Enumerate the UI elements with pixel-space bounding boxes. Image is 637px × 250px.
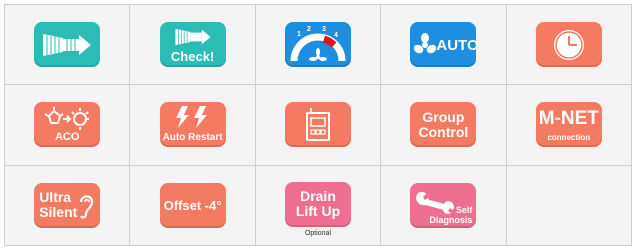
fan-step-3: 3 — [321, 26, 326, 34]
auto-restart-tile[interactable]: Auto Restart — [159, 102, 226, 148]
group-control-line1: Group — [422, 108, 465, 125]
self-diagnosis-line1: Self — [455, 204, 473, 215]
airflow-arrow-icon — [174, 29, 211, 46]
check-label: Check! — [170, 49, 215, 65]
remote-controller-icon — [305, 107, 330, 141]
clock-icon — [553, 29, 584, 60]
auto-restart-label: Auto Restart — [162, 132, 223, 144]
ultra-silent-line1: Ultra — [39, 188, 72, 205]
fan-icon — [414, 33, 437, 54]
self-diagnosis-line2: Diagnosis — [429, 214, 473, 225]
cell-auto-restart: Auto Restart — [130, 85, 256, 166]
cell-check: Check! — [130, 5, 256, 86]
mnet-title: M-NET — [538, 108, 599, 130]
drain-line1: Drain — [300, 188, 336, 205]
cell-remote — [255, 85, 382, 166]
aco-tile[interactable]: ACO — [34, 102, 101, 148]
drain-lift-up-tile[interactable]: Drain Lift Up — [284, 181, 351, 227]
lightning-icon — [175, 106, 207, 129]
mnet-sub: connection — [547, 133, 591, 143]
check-tile[interactable]: Check! — [159, 22, 226, 68]
offset-tile[interactable]: Offset -4° — [159, 182, 226, 228]
cell-ultra-silent: Ultra Silent — [5, 165, 131, 246]
fan-step-4: 4 — [333, 32, 338, 40]
fan-step-1: 1 — [296, 31, 301, 39]
mnet-tile[interactable]: M-NET connection — [535, 102, 602, 148]
cell-empty — [506, 165, 632, 246]
fan-speed-tile[interactable]: 1 2 3 4 — [284, 22, 351, 68]
ultra-silent-line2: Silent — [39, 203, 78, 220]
cell-airflow — [5, 5, 131, 86]
cell-fan-speed: 1 2 3 4 — [255, 5, 382, 86]
drain-optional-note: Optional — [304, 229, 332, 237]
cell-drain: Drain Lift Up Optional — [255, 165, 382, 246]
aco-label: ACO — [54, 131, 80, 144]
cell-fan-auto: AUTO — [381, 5, 507, 86]
cell-timer — [506, 5, 632, 86]
cell-self-diagnosis: Self Diagnosis — [381, 165, 507, 246]
remote-tile[interactable] — [284, 102, 351, 148]
group-control-tile[interactable]: Group Control — [410, 102, 477, 148]
feature-grid: Check! 1 2 3 4 AUTO ACO Auto Restart Gro… — [4, 4, 632, 246]
ear-icon — [80, 195, 94, 219]
cell-group-control: Group Control — [381, 85, 507, 166]
fan-auto-label: AUTO — [436, 37, 479, 55]
offset-label: Offset -4° — [163, 197, 222, 213]
drain-line2: Lift Up — [295, 203, 341, 220]
cell-aco: ACO — [5, 85, 131, 166]
airflow-arrow-icon — [43, 33, 92, 56]
airflow-tile[interactable] — [34, 22, 101, 68]
cell-mnet: M-NET connection — [506, 85, 632, 166]
group-control-line2: Control — [418, 123, 469, 140]
cell-offset: Offset -4° — [130, 165, 256, 246]
self-diagnosis-tile[interactable]: Self Diagnosis — [410, 182, 477, 228]
ultra-silent-tile[interactable]: Ultra Silent — [34, 182, 101, 228]
aco-sun-icon — [44, 107, 90, 131]
fan-auto-tile[interactable]: AUTO — [410, 22, 479, 68]
fan-step-2: 2 — [306, 26, 311, 34]
timer-tile[interactable] — [535, 22, 602, 68]
